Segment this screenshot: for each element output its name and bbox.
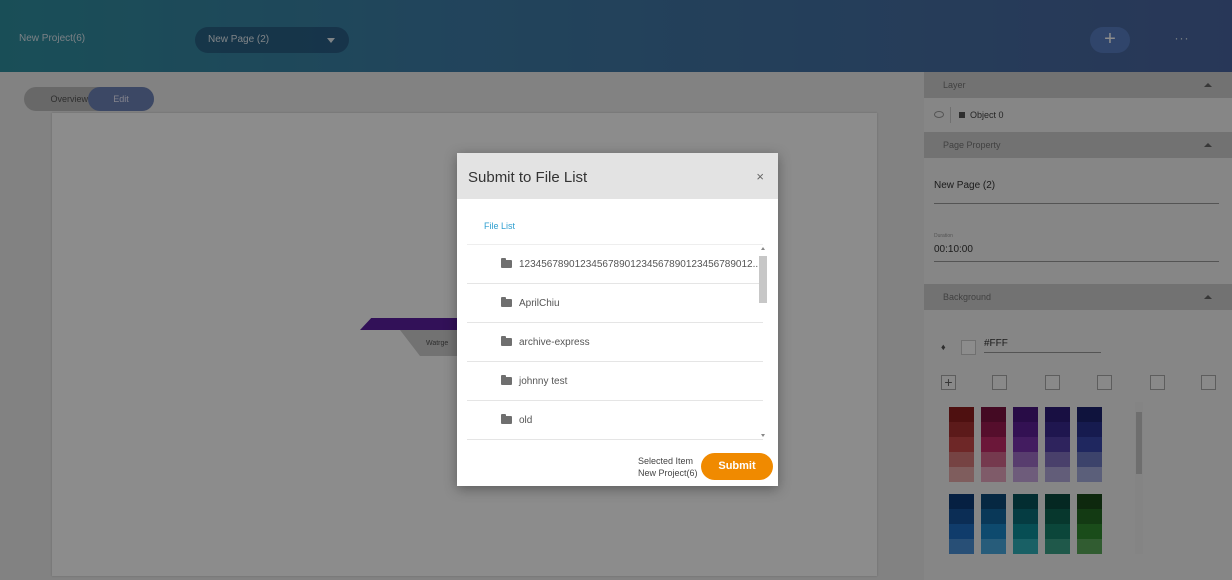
folder-name: AprilChiu: [519, 298, 560, 309]
list-item[interactable]: archive-express: [467, 323, 763, 362]
scroll-down-icon[interactable]: [761, 434, 765, 437]
close-icon[interactable]: ×: [756, 169, 764, 184]
dialog-title: Submit to File List: [468, 169, 588, 186]
list-item[interactable]: AprilChiu: [467, 284, 763, 323]
folder-name: 1234567890123456789012345678901234567890…: [519, 259, 761, 270]
folder-name: johnny test: [519, 376, 568, 387]
folder-icon: [501, 336, 512, 346]
file-list-breadcrumb[interactable]: File List: [484, 221, 515, 231]
folder-list-scrollbar[interactable]: [758, 244, 768, 440]
folder-name: old: [519, 415, 533, 426]
list-item[interactable]: 1234567890123456789012345678901234567890…: [467, 245, 763, 284]
scroll-up-icon[interactable]: [761, 247, 765, 250]
folder-icon: [501, 414, 512, 424]
dialog-header: Submit to File List ×: [457, 153, 778, 199]
submit-button[interactable]: Submit: [701, 453, 773, 480]
scroll-thumb[interactable]: [759, 256, 767, 303]
selected-item-value: New Project(6): [638, 468, 698, 478]
submit-dialog: Submit to File List × File List 12345678…: [457, 153, 778, 486]
folder-icon: [501, 375, 512, 385]
selected-item-label: Selected Item: [638, 456, 694, 466]
list-item[interactable]: old: [467, 401, 763, 440]
folder-icon: [501, 297, 512, 307]
folder-name: archive-express: [519, 337, 590, 348]
selected-item-info: Selected Item New Project(6): [638, 455, 698, 479]
folder-icon: [501, 258, 512, 268]
folder-list: 1234567890123456789012345678901234567890…: [467, 244, 763, 440]
list-item[interactable]: johnny test: [467, 362, 763, 401]
